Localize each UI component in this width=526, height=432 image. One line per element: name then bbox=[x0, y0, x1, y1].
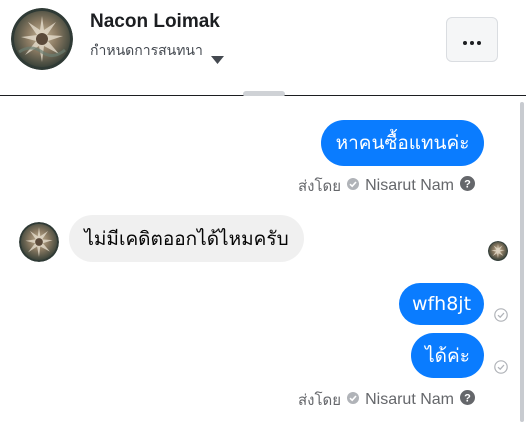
messenger-conversation: Nacon Loimak กำหนดการสนทนา หาคนซื้อแทนค่… bbox=[0, 0, 526, 432]
message-text: หาคนซื้อแทนค่ะ bbox=[335, 132, 470, 154]
seen-avatar bbox=[488, 241, 508, 261]
sent-by-label: ส่งโดย bbox=[298, 391, 342, 409]
sender-name[interactable]: Nisarut Nam bbox=[365, 177, 454, 195]
help-icon[interactable]: ? bbox=[459, 390, 475, 410]
message-bubble-outgoing[interactable]: wfh8jt bbox=[399, 283, 484, 325]
contact-name[interactable]: Nacon Loimak bbox=[90, 11, 220, 33]
more-horizontal-icon bbox=[463, 30, 481, 49]
sender-verified-icon bbox=[347, 177, 360, 195]
sent-by-row: ส่งโดย Nisarut Nam ? bbox=[298, 174, 475, 198]
help-icon[interactable]: ? bbox=[459, 176, 475, 196]
contact-avatar-small[interactable] bbox=[19, 222, 59, 262]
message-text: ไม่มีเคดิตออกได้ไหมครับ bbox=[84, 227, 289, 250]
more-options-button[interactable] bbox=[446, 17, 498, 62]
caret-down-icon bbox=[210, 49, 224, 64]
message-bubble-outgoing[interactable]: หาคนซื้อแทนค่ะ bbox=[321, 120, 484, 166]
sent-by-label: ส่งโดย bbox=[298, 177, 342, 195]
svg-text:?: ? bbox=[464, 179, 471, 191]
sender-verified-icon bbox=[347, 391, 360, 409]
conversation-header: Nacon Loimak กำหนดการสนทนา bbox=[0, 0, 526, 96]
conversation-settings-dropdown[interactable]: กำหนดการสนทนา bbox=[90, 40, 224, 64]
message-bubble-incoming[interactable]: ไม่มีเคดิตออกได้ไหมครับ bbox=[69, 215, 304, 262]
conversation-scrollbar[interactable] bbox=[520, 102, 524, 422]
sent-by-row: ส่งโดย Nisarut Nam ? bbox=[298, 388, 475, 412]
truncated-timestamp bbox=[241, 86, 287, 96]
svg-text:?: ? bbox=[464, 393, 471, 405]
conversation-settings-label: กำหนดการสนทนา bbox=[90, 43, 203, 59]
message-bubble-outgoing[interactable]: ได้ค่ะ bbox=[411, 333, 484, 378]
message-text: wfh8jt bbox=[411, 293, 472, 315]
contact-avatar[interactable] bbox=[11, 8, 73, 70]
sender-name[interactable]: Nisarut Nam bbox=[365, 391, 454, 409]
sent-check-icon bbox=[494, 307, 508, 322]
sent-check-icon bbox=[494, 359, 508, 374]
message-text: ได้ค่ะ bbox=[425, 344, 470, 367]
